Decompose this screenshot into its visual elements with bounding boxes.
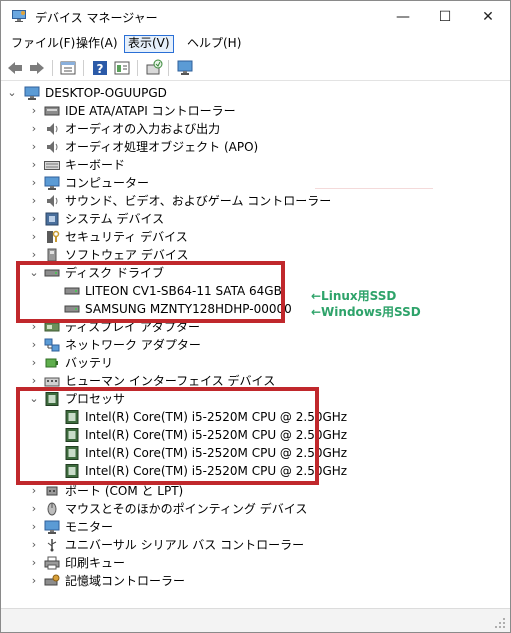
properties-icon[interactable] — [59, 59, 77, 77]
forward-icon[interactable] — [28, 59, 46, 77]
tree-category[interactable]: › 記憶域コントローラー — [2, 572, 422, 590]
tree-category-label: システム デバイス — [65, 212, 165, 226]
software-device-icon — [47, 248, 57, 262]
back-icon[interactable] — [6, 59, 24, 77]
chevron-right-icon[interactable]: › — [28, 536, 40, 554]
toolbar-separator — [137, 60, 138, 76]
tree-category-label: モニター — [65, 520, 114, 534]
usb-icon — [47, 539, 57, 552]
tree-category[interactable]: › オーディオの入力および出力 — [2, 120, 422, 138]
battery-icon — [45, 358, 58, 368]
resize-grip-icon[interactable] — [494, 617, 506, 629]
mouse-icon — [47, 502, 57, 516]
security-device-icon — [47, 230, 60, 243]
tree-category-label: ユニバーサル シリアル バス コントローラー — [65, 538, 305, 552]
tree-root[interactable]: ⌄ DESKTOP-OGUUPGD — [2, 84, 422, 102]
tree-category[interactable]: › コンピューター — [2, 174, 422, 192]
linux-ssd-note: ←Linux用SSD — [311, 289, 397, 303]
chevron-right-icon[interactable]: › — [28, 354, 40, 372]
view-icon[interactable] — [113, 59, 131, 77]
tree-root-label: DESKTOP-OGUUPGD — [45, 86, 167, 100]
network-adapter-icon — [44, 338, 60, 352]
disk-drive-highlight-box — [16, 261, 285, 323]
tree-category[interactable]: › セキュリティ デバイス — [2, 228, 422, 246]
chevron-right-icon[interactable]: › — [28, 210, 40, 228]
scan-hardware-icon[interactable] — [145, 59, 163, 77]
faint-divider — [315, 188, 433, 189]
computer-icon — [44, 176, 60, 190]
chevron-right-icon[interactable]: › — [28, 156, 40, 174]
speaker-icon — [47, 141, 58, 153]
tree-category[interactable]: › ネットワーク アダプター — [2, 336, 422, 354]
chevron-right-icon[interactable]: › — [28, 228, 40, 246]
toolbar: ? — [1, 55, 510, 81]
chevron-right-icon[interactable]: › — [28, 554, 40, 572]
toolbar-separator — [52, 60, 53, 76]
tree-category-label: 印刷キュー — [65, 556, 126, 570]
tree-category-label: サウンド、ビデオ、およびゲーム コントローラー — [65, 194, 332, 208]
tree-category[interactable]: › ユニバーサル シリアル バス コントローラー — [2, 536, 422, 554]
tree-category[interactable]: › モニター — [2, 518, 422, 536]
device-tree: ⌄ DESKTOP-OGUUPGD › IDE ATA/ATAPI コントローラ… — [2, 82, 509, 608]
chevron-right-icon[interactable]: › — [28, 174, 40, 192]
tree-category[interactable]: › キーボード — [2, 156, 422, 174]
tree-category[interactable]: › 印刷キュー — [2, 554, 422, 572]
tree-category-label: 記憶域コントローラー — [65, 574, 186, 588]
window-title: デバイス マネージャー — [35, 11, 158, 25]
computer-icon — [24, 86, 40, 100]
tree-category-label: ネットワーク アダプター — [65, 338, 201, 352]
tree-category-label: バッテリ — [65, 356, 114, 370]
maximize-button[interactable]: ☐ — [423, 5, 467, 29]
printer-icon — [44, 556, 60, 570]
svg-text:?: ? — [97, 62, 104, 76]
port-icon — [46, 486, 58, 496]
tree-category[interactable]: › マウスとそのほかのポインティング デバイス — [2, 500, 422, 518]
menu-action[interactable]: 操作(A) — [73, 35, 121, 53]
chevron-down-icon[interactable]: ⌄ — [6, 84, 18, 102]
chevron-right-icon[interactable]: › — [28, 192, 40, 210]
tree-category-label: オーディオ処理オブジェクト (APO) — [65, 140, 259, 154]
status-bar — [1, 608, 510, 632]
title-bar[interactable]: デバイス マネージャー — ☐ ✕ — [1, 1, 510, 33]
system-device-icon — [45, 212, 59, 226]
speaker-icon — [47, 195, 58, 207]
menu-help[interactable]: ヘルプ(H) — [184, 35, 244, 53]
help-icon[interactable]: ? — [91, 59, 109, 77]
tree-category[interactable]: › システム デバイス — [2, 210, 422, 228]
minimize-button[interactable]: — — [381, 5, 425, 29]
chevron-right-icon[interactable]: › — [28, 500, 40, 518]
windows-ssd-note: ←Windows用SSD — [311, 305, 421, 319]
monitor-icon — [44, 520, 60, 534]
chevron-right-icon[interactable]: › — [28, 120, 40, 138]
toolbar-separator — [168, 60, 169, 76]
monitor-icon[interactable] — [176, 59, 194, 77]
processor-highlight-box — [16, 387, 319, 485]
tree-category[interactable]: › オーディオ処理オブジェクト (APO) — [2, 138, 422, 156]
tree-category[interactable]: › バッテリ — [2, 354, 422, 372]
menu-view[interactable]: 表示(V) — [124, 35, 174, 53]
tree-category-label: IDE ATA/ATAPI コントローラー — [65, 104, 236, 118]
hid-icon — [44, 377, 60, 387]
chevron-right-icon[interactable]: › — [28, 102, 40, 120]
tree-category[interactable]: › サウンド、ビデオ、およびゲーム コントローラー — [2, 192, 422, 210]
tree-category-label: オーディオの入力および出力 — [65, 122, 221, 136]
keyboard-icon — [44, 161, 60, 170]
tree-category-label: コンピューター — [65, 176, 150, 190]
menu-file[interactable]: ファイル(F) — [8, 35, 78, 53]
storage-controller-icon — [44, 574, 60, 586]
tree-category-label: マウスとそのほかのポインティング デバイス — [65, 502, 308, 516]
menu-bar: ファイル(F) 操作(A) 表示(V) ヘルプ(H) — [1, 33, 510, 55]
chevron-right-icon[interactable]: › — [28, 518, 40, 536]
tree-category[interactable]: › IDE ATA/ATAPI コントローラー — [2, 102, 422, 120]
chevron-right-icon[interactable]: › — [28, 138, 40, 156]
tree-category-label: キーボード — [65, 158, 126, 172]
toolbar-separator — [83, 60, 84, 76]
tree-category-label: セキュリティ デバイス — [65, 230, 188, 244]
ide-controller-icon — [44, 106, 60, 116]
speaker-icon — [47, 123, 58, 135]
device-manager-app-icon — [12, 10, 26, 22]
chevron-right-icon[interactable]: › — [28, 572, 40, 590]
chevron-right-icon[interactable]: › — [28, 336, 40, 354]
close-button[interactable]: ✕ — [466, 5, 510, 29]
